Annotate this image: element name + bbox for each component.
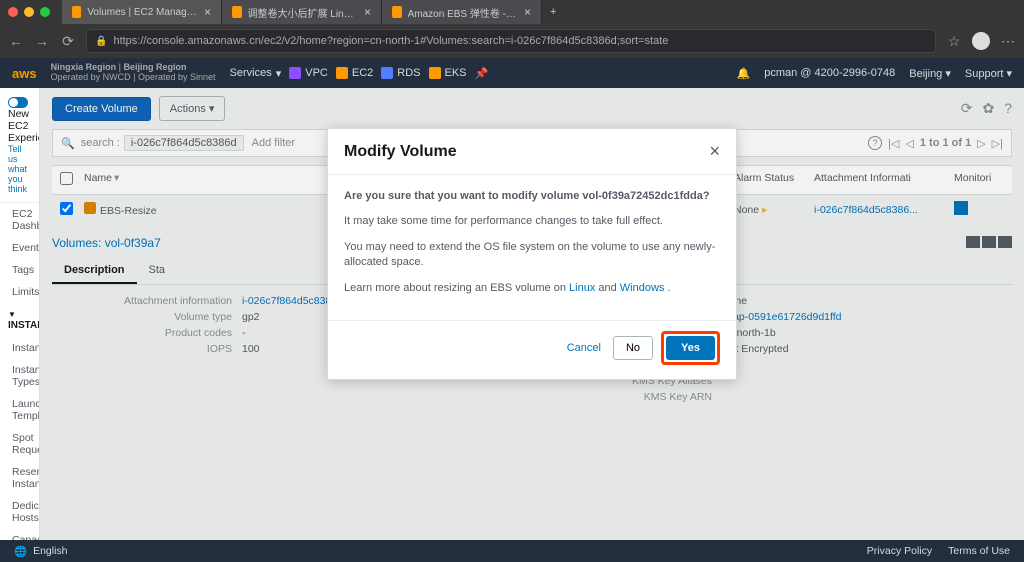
account-menu[interactable]: pcman @ 4200-2996-0748	[764, 67, 895, 79]
close-tab-icon[interactable]: ×	[364, 5, 371, 19]
favicon-icon	[392, 6, 402, 18]
address-bar[interactable]: 🔒 https://console.amazonaws.cn/ec2/v2/ho…	[86, 29, 936, 53]
minimize-window-icon[interactable]	[24, 7, 34, 17]
aws-console-header: aws Ningxia Region | Beijing Region Oper…	[0, 58, 1024, 88]
lock-icon: 🔒	[95, 36, 107, 47]
forward-button[interactable]: →	[34, 33, 50, 49]
pin-icon[interactable]: 📌	[475, 67, 489, 80]
back-button[interactable]: ←	[8, 33, 24, 49]
browser-tab-label: Amazon EBS 弹性卷 - Amazon	[408, 5, 518, 20]
modal-title: Modify Volume	[344, 143, 457, 161]
browser-tab-2[interactable]: Amazon EBS 弹性卷 - Amazon ×	[382, 0, 542, 24]
modal-learn-more: Learn more about resizing an EBS volume …	[344, 281, 720, 296]
profile-avatar-icon[interactable]	[972, 32, 990, 50]
notifications-icon[interactable]: 🔔	[737, 67, 751, 80]
browser-tab-bar: Volumes | EC2 Management Co × 调整卷大小后扩展 L…	[0, 0, 1024, 24]
favicon-icon	[232, 6, 242, 18]
new-tab-button[interactable]: +	[542, 0, 564, 24]
nav-eks[interactable]: EKS	[429, 67, 467, 79]
eks-icon	[429, 67, 441, 79]
ec2-sidebar: New EC2 Experience Tell us what you thin…	[0, 88, 40, 540]
yes-button[interactable]: Yes	[666, 336, 715, 360]
url-text: https://console.amazonaws.cn/ec2/v2/home…	[113, 35, 668, 47]
sidebar-item[interactable]: Capacity Reservations	[0, 529, 39, 540]
browser-tab-label: Volumes | EC2 Management Co	[87, 7, 198, 18]
sidebar-section-header[interactable]: INSTANCES	[0, 303, 39, 337]
window-controls	[8, 7, 50, 17]
nav-rds[interactable]: RDS	[381, 67, 420, 79]
sidebar-item[interactable]: EventsNew	[0, 237, 39, 259]
bookmark-icon[interactable]: ☆	[946, 33, 962, 50]
ec2-icon	[336, 67, 348, 79]
linux-link[interactable]: Linux	[569, 282, 595, 294]
browser-tab-1[interactable]: 调整卷大小后扩展 Linux 文件系 ×	[222, 0, 382, 24]
sidebar-item[interactable]: Reserved Instances	[0, 461, 39, 495]
nav-vpc[interactable]: VPC	[289, 67, 328, 79]
services-menu[interactable]: Services ▾	[230, 67, 282, 80]
refresh-button[interactable]: ⟳	[60, 33, 76, 50]
sidebar-item[interactable]: EC2 DashboardNew	[0, 203, 39, 237]
region-info: Ningxia Region | Beijing Region Operated…	[51, 63, 216, 83]
aws-logo-icon[interactable]: aws	[12, 66, 37, 81]
region-menu[interactable]: Beijing ▾	[909, 67, 951, 80]
modal-info-2: You may need to extend the OS file syste…	[344, 240, 720, 271]
nav-ec2[interactable]: EC2	[336, 67, 373, 79]
browser-tab-0[interactable]: Volumes | EC2 Management Co ×	[62, 0, 222, 24]
terms-link[interactable]: Terms of Use	[948, 545, 1010, 557]
close-tab-icon[interactable]: ×	[524, 5, 531, 19]
sidebar-item[interactable]: Limits	[0, 281, 39, 303]
privacy-link[interactable]: Privacy Policy	[867, 545, 932, 557]
new-experience-toggle[interactable]: New EC2 Experience Tell us what you thin…	[0, 88, 39, 203]
sidebar-item[interactable]: Launch Templates	[0, 393, 39, 427]
console-footer: 🌐 English Privacy Policy Terms of Use	[0, 540, 1024, 562]
sidebar-item[interactable]: Spot Requests	[0, 427, 39, 461]
toggle-icon[interactable]	[8, 97, 28, 108]
no-button[interactable]: No	[613, 336, 653, 360]
rds-icon	[381, 67, 393, 79]
browser-tab-label: 调整卷大小后扩展 Linux 文件系	[248, 5, 358, 20]
support-menu[interactable]: Support ▾	[965, 67, 1012, 80]
yes-highlight: Yes	[661, 331, 720, 365]
maximize-window-icon[interactable]	[40, 7, 50, 17]
modal-overlay: Modify Volume × Are you sure that you wa…	[40, 88, 1024, 540]
feedback-link[interactable]: Tell us what you think	[8, 144, 31, 194]
modal-confirm-text: Are you sure that you want to modify vol…	[344, 190, 710, 202]
close-window-icon[interactable]	[8, 7, 18, 17]
modal-info-1: It may take some time for performance ch…	[344, 214, 720, 229]
globe-icon: 🌐	[14, 545, 27, 558]
windows-link[interactable]: Windows	[620, 282, 665, 294]
modal-close-icon[interactable]: ×	[709, 141, 720, 162]
browser-toolbar: ← → ⟳ 🔒 https://console.amazonaws.cn/ec2…	[0, 24, 1024, 58]
favicon-icon	[72, 6, 81, 18]
cancel-button[interactable]: Cancel	[567, 342, 601, 354]
sidebar-item[interactable]: Instances	[0, 337, 39, 359]
modify-volume-modal: Modify Volume × Are you sure that you wa…	[327, 128, 737, 380]
sidebar-item[interactable]: Dedicated HostsNew	[0, 495, 39, 529]
language-selector[interactable]: English	[33, 545, 67, 557]
close-tab-icon[interactable]: ×	[204, 5, 211, 19]
sidebar-item[interactable]: Tags	[0, 259, 39, 281]
vpc-icon	[289, 67, 301, 79]
sidebar-item[interactable]: Instance Types	[0, 359, 39, 393]
menu-icon[interactable]: ⋯	[1000, 33, 1016, 50]
